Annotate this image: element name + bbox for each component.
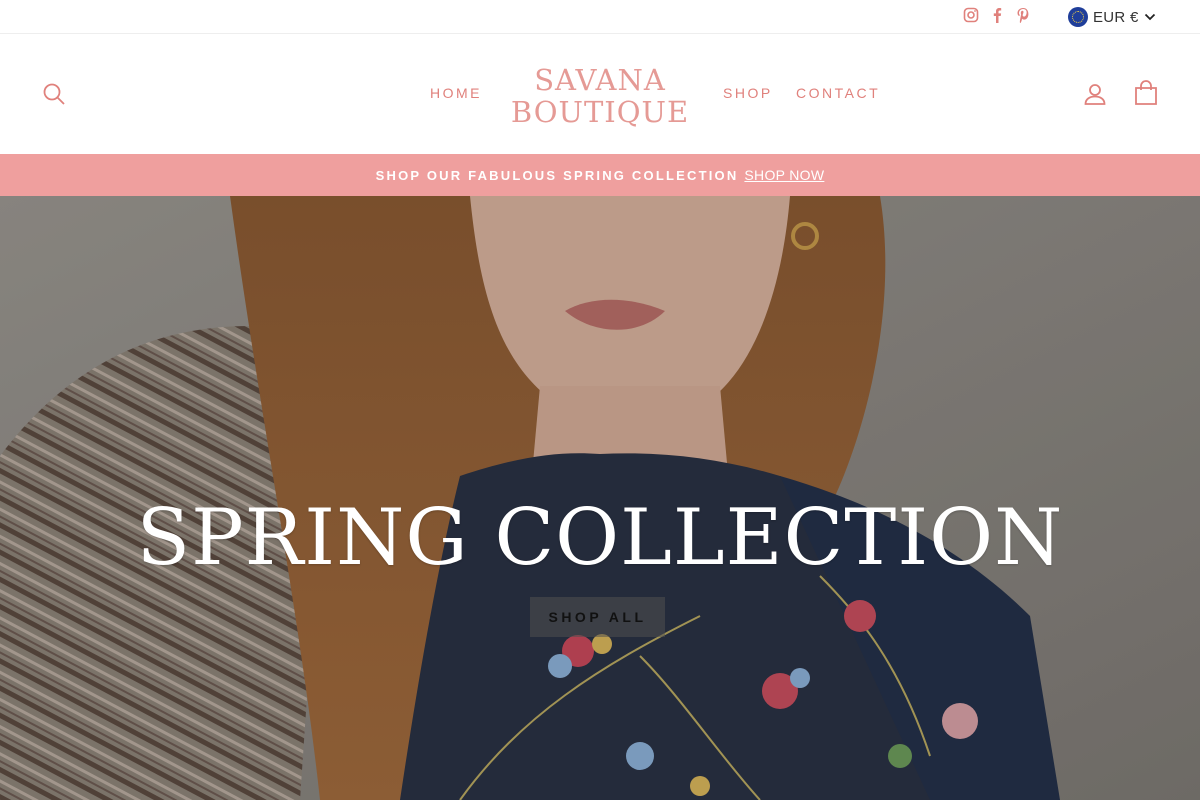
user-icon[interactable] bbox=[1083, 82, 1107, 111]
hero-title: SPRING COLLECTION bbox=[136, 493, 1064, 583]
facebook-icon[interactable] bbox=[989, 7, 1005, 23]
shop-all-button[interactable]: SHOP ALL bbox=[530, 597, 665, 637]
logo-line-2: BOUTIQUE bbox=[510, 95, 690, 129]
nav-home[interactable]: HOME bbox=[430, 85, 482, 101]
logo-line-1: SAVANA bbox=[534, 63, 666, 97]
nav-contact[interactable]: CONTACT bbox=[796, 85, 880, 101]
eu-flag-icon bbox=[1068, 7, 1088, 27]
announcement-bar: SHOP OUR FABULOUS SPRING COLLECTION SHOP… bbox=[0, 154, 1200, 196]
shop-now-link[interactable]: SHOP NOW bbox=[744, 167, 824, 183]
hero-banner: SPRING COLLECTION SHOP ALL bbox=[0, 196, 1200, 800]
chevron-down-icon bbox=[1144, 13, 1155, 21]
nav-shop[interactable]: SHOP bbox=[723, 85, 773, 101]
instagram-icon[interactable] bbox=[963, 7, 979, 23]
currency-label: EUR € bbox=[1093, 8, 1139, 26]
social-links bbox=[963, 7, 1031, 23]
search-icon[interactable] bbox=[42, 82, 66, 111]
currency-selector[interactable]: EUR € bbox=[1068, 7, 1156, 27]
site-header: HOME SAVANA BOUTIQUE SHOP CONTACT bbox=[0, 34, 1200, 154]
announcement-text: SHOP OUR FABULOUS SPRING COLLECTION bbox=[375, 167, 739, 183]
logo[interactable]: SAVANA BOUTIQUE bbox=[500, 64, 700, 128]
pinterest-icon[interactable] bbox=[1015, 7, 1031, 23]
utility-bar: EUR € bbox=[0, 0, 1200, 34]
bag-icon[interactable] bbox=[1134, 80, 1158, 111]
